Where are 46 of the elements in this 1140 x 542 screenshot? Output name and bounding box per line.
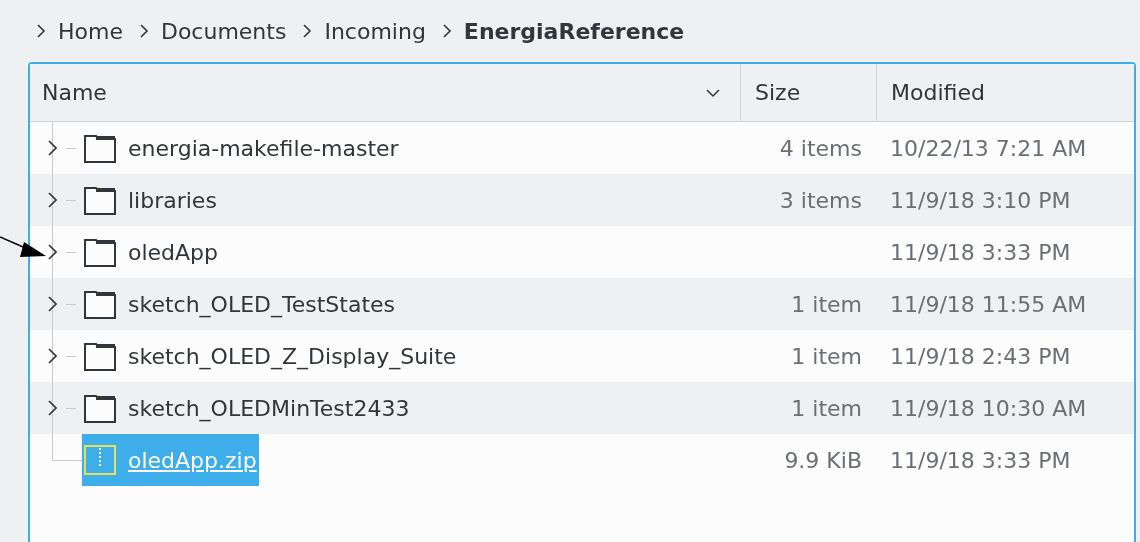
- file-name: sketch_OLEDMinTest2433: [128, 394, 410, 424]
- file-name-item[interactable]: oledApp: [82, 226, 221, 278]
- file-size: 9.9 KiB: [784, 447, 862, 473]
- file-name: energia-makefile-master: [128, 134, 399, 163]
- file-name: oledApp.zip: [128, 446, 257, 475]
- folder-icon: [84, 237, 116, 267]
- sort-caret-icon[interactable]: [706, 87, 720, 98]
- file-name: sketch_OLED_TestStates: [128, 290, 396, 320]
- column-header[interactable]: Size: [740, 64, 876, 121]
- file-name-item[interactable]: sketch_OLED_Z_Display_Suite: [82, 330, 459, 382]
- breadcrumb-chevron-icon: [36, 23, 46, 39]
- file-size: 3 items: [779, 187, 862, 213]
- file-name: libraries: [128, 186, 217, 215]
- modified-date: 11/9/18 10:30 AM: [890, 395, 1087, 421]
- column-header[interactable]: Name: [30, 64, 740, 121]
- file-name: oledApp: [128, 238, 219, 267]
- breadcrumb-item[interactable]: Home: [58, 14, 123, 48]
- folder-icon: [84, 341, 116, 371]
- breadcrumb-item[interactable]: Documents: [160, 14, 287, 48]
- folder-icon: [84, 289, 116, 319]
- file-name-item[interactable]: sketch_OLED_TestStates: [82, 278, 398, 330]
- column-header[interactable]: Modified: [876, 64, 1134, 121]
- breadcrumb-item[interactable]: EnergiaReference: [463, 14, 685, 48]
- archive-icon: [84, 445, 116, 475]
- file-name-item[interactable]: sketch_OLEDMinTest2433: [82, 382, 412, 434]
- modified-date: 11/9/18 3:10 PM: [890, 187, 1071, 213]
- file-name-item[interactable]: energia-makefile-master: [82, 122, 401, 174]
- file-name-item[interactable]: libraries: [82, 174, 219, 226]
- breadcrumb-chevron-icon: [302, 23, 313, 39]
- modified-date: 11/9/18 2:43 PM: [890, 343, 1071, 369]
- file-size: 4 items: [779, 135, 862, 161]
- breadcrumb-chevron-icon: [138, 23, 149, 39]
- folder-icon: [84, 185, 116, 215]
- file-size: 1 item: [791, 343, 862, 369]
- breadcrumb-chevron-icon: [441, 23, 452, 39]
- modified-date: 11/9/18 3:33 PM: [890, 447, 1071, 473]
- folder-icon: [84, 133, 116, 163]
- modified-date: 11/9/18 3:33 PM: [890, 239, 1071, 265]
- file-size: 1 item: [791, 291, 862, 317]
- file-size: 1 item: [791, 395, 862, 421]
- folder-icon: [84, 393, 116, 423]
- breadcrumb-item[interactable]: Incoming: [324, 14, 426, 48]
- modified-date: 10/22/13 7:21 AM: [890, 135, 1087, 161]
- file-name: sketch_OLED_Z_Display_Suite: [128, 342, 457, 372]
- modified-date: 11/9/18 11:55 AM: [890, 291, 1087, 317]
- pointer-arrow: [0, 234, 46, 260]
